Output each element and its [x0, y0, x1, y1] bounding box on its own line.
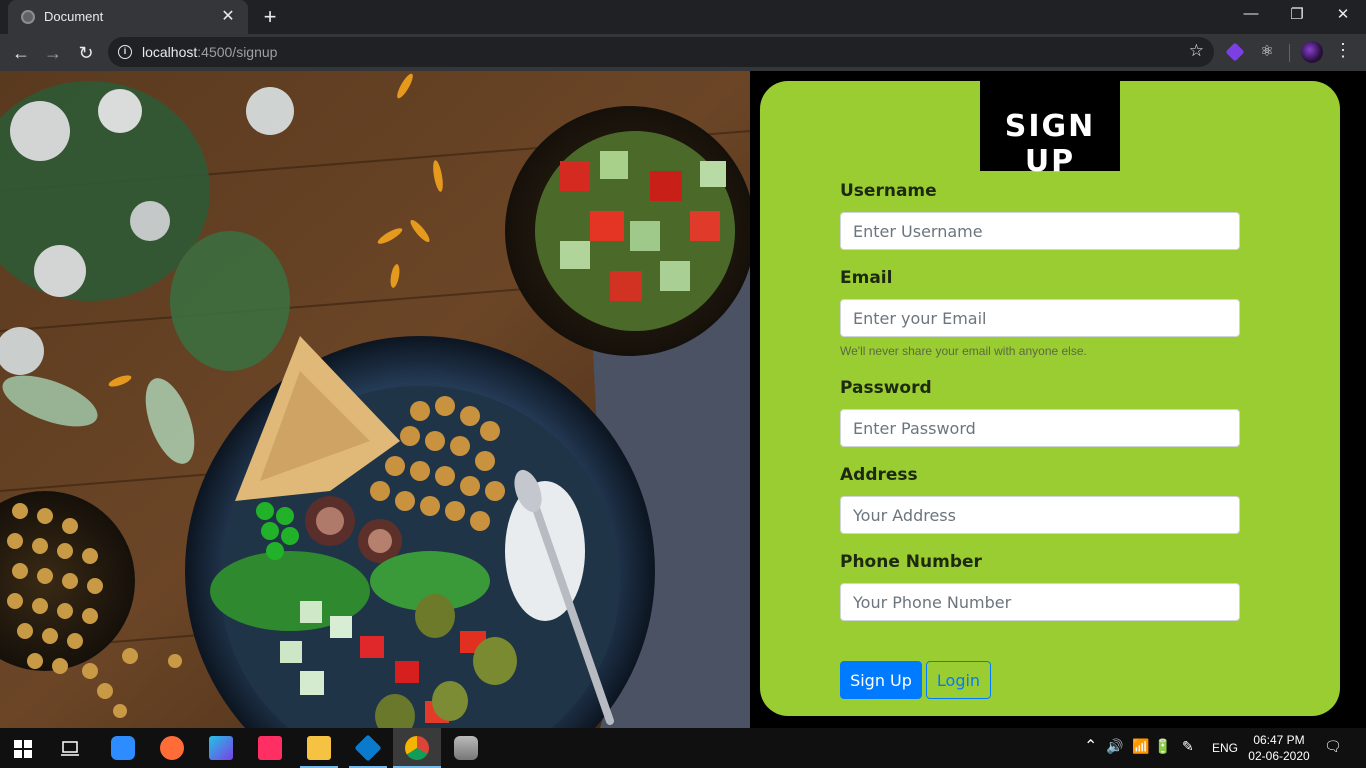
url-path: :4500/signup	[197, 44, 278, 60]
windows-taskbar: ⌃ 🔊 📶 🔋 ✎ ENG 06:47 PM 02-06-2020 🗨	[0, 728, 1366, 768]
username-input[interactable]	[840, 212, 1240, 250]
username-label: Username	[840, 181, 937, 201]
page-viewport: SIGN UP Username Email We'll never share…	[0, 71, 1366, 728]
clock-time: 06:47 PM	[1253, 733, 1305, 747]
signup-card: SIGN UP Username Email We'll never share…	[760, 81, 1340, 716]
minimize-icon[interactable]: —	[1236, 5, 1266, 22]
forward-icon[interactable]: →	[40, 40, 66, 66]
new-tab-icon[interactable]: +	[258, 4, 282, 30]
clock-date: 02-06-2020	[1248, 749, 1310, 763]
password-input[interactable]	[840, 409, 1240, 447]
email-help-text: We'll never share your email with anyone…	[840, 344, 1087, 358]
profile-avatar[interactable]	[1301, 41, 1323, 63]
phone-label: Phone Number	[840, 552, 982, 572]
close-window-icon[interactable]: ✕	[1328, 5, 1358, 23]
menu-kebab-icon[interactable]: ⋮	[1334, 40, 1352, 61]
address-bar[interactable]: i localhost:4500/signup ☆	[108, 37, 1214, 67]
vscode-icon[interactable]	[354, 734, 382, 762]
pen-icon[interactable]: ✎	[1182, 738, 1194, 755]
url-text: localhost:4500/signup	[142, 44, 277, 60]
signup-heading-box: SIGN UP	[980, 81, 1120, 179]
task-view-icon[interactable]	[60, 738, 80, 758]
zoom-icon[interactable]	[111, 736, 135, 760]
food-bowl-image	[0, 71, 750, 728]
wifi-icon[interactable]: 📶	[1132, 738, 1149, 755]
taskbar-clock[interactable]: 06:47 PM 02-06-2020	[1248, 732, 1310, 764]
url-host: localhost	[142, 44, 198, 60]
back-icon[interactable]: ←	[8, 40, 34, 66]
notifications-icon[interactable]: 🗨	[1324, 738, 1342, 755]
app-icon[interactable]	[258, 736, 282, 760]
chrome-icon[interactable]	[405, 736, 429, 760]
toolbar-divider	[1289, 44, 1290, 62]
volume-icon[interactable]: 🔊	[1106, 738, 1123, 755]
app-icon[interactable]	[209, 736, 233, 760]
browser-toolbar: ← → ↻ i localhost:4500/signup ☆ ⚛ ⋮	[0, 34, 1366, 71]
extension-icon[interactable]	[1225, 42, 1245, 62]
show-hidden-icons-icon[interactable]: ⌃	[1084, 736, 1097, 756]
tab-title: Document	[44, 9, 104, 24]
signup-button[interactable]: Sign Up	[840, 661, 922, 699]
browser-tab[interactable]: Document ✕	[8, 0, 248, 34]
file-explorer-icon[interactable]	[307, 736, 331, 760]
database-icon[interactable]	[454, 736, 478, 760]
restore-icon[interactable]: ❐	[1282, 5, 1312, 23]
start-icon[interactable]	[14, 740, 32, 758]
postman-icon[interactable]	[160, 736, 184, 760]
bookmark-star-icon[interactable]: ☆	[1189, 41, 1204, 61]
address-label: Address	[840, 465, 918, 485]
browser-tab-bar: Document ✕ + — ❐ ✕	[0, 0, 1366, 34]
email-label: Email	[840, 268, 893, 288]
close-tab-icon[interactable]: ✕	[218, 6, 238, 26]
phone-input[interactable]	[840, 583, 1240, 621]
reload-icon[interactable]: ↻	[73, 40, 99, 66]
login-button[interactable]: Login	[926, 661, 991, 699]
site-info-icon[interactable]: i	[118, 45, 132, 59]
address-input[interactable]	[840, 496, 1240, 534]
battery-icon[interactable]: 🔋	[1154, 738, 1171, 755]
globe-icon	[21, 10, 35, 24]
react-devtools-icon[interactable]: ⚛	[1258, 43, 1276, 61]
language-indicator[interactable]: ENG	[1212, 741, 1238, 755]
email-input[interactable]	[840, 299, 1240, 337]
signup-heading: SIGN UP	[1004, 109, 1096, 179]
password-label: Password	[840, 378, 932, 398]
